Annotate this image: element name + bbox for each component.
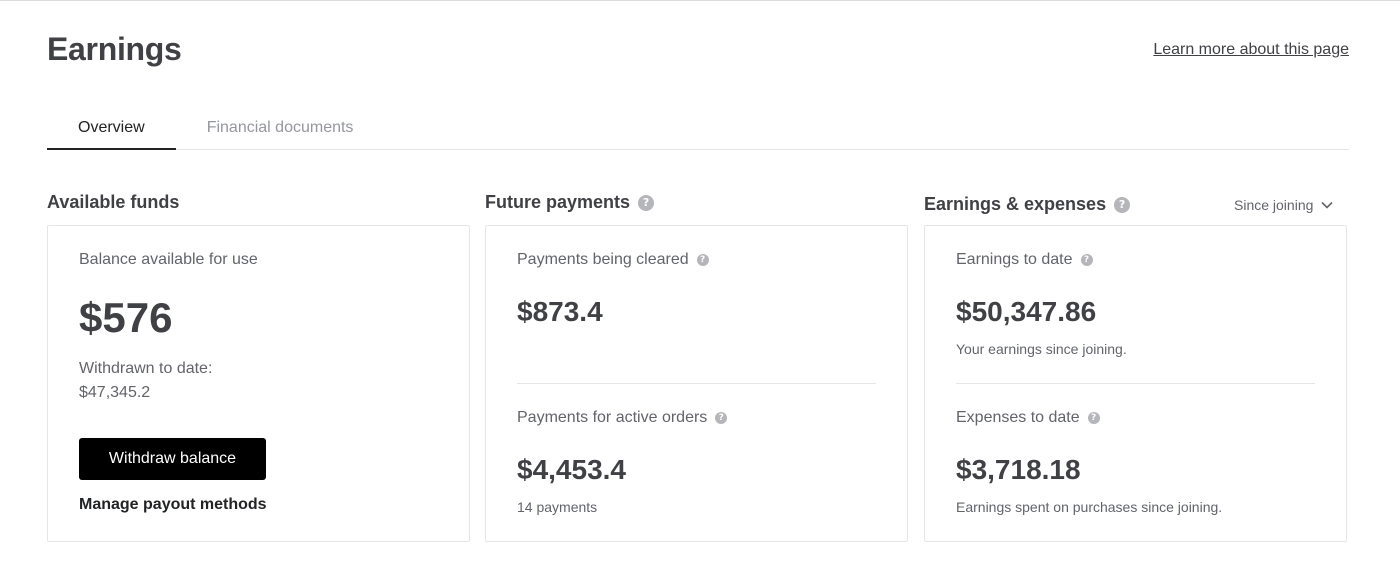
expenses-note: Earnings spent on purchases since joinin… bbox=[956, 499, 1223, 515]
earnings-expenses-title: Earnings & expenses ? bbox=[924, 194, 1131, 215]
payments-active-label: Payments for active orders ? bbox=[517, 409, 728, 427]
future-payments-title: Future payments ? bbox=[485, 192, 655, 213]
payments-count: 14 payments bbox=[517, 499, 598, 515]
expenses-to-date-label-text: Expenses to date bbox=[956, 409, 1080, 426]
earnings-to-date-amount: $50,347.86 bbox=[956, 296, 1097, 327]
available-funds-title-text: Available funds bbox=[47, 192, 180, 212]
page-title: Earnings bbox=[47, 31, 182, 67]
period-dropdown-value: Since joining bbox=[1234, 197, 1314, 213]
help-icon[interactable]: ? bbox=[1114, 196, 1131, 213]
balance-amount: $576 bbox=[79, 294, 173, 341]
withdrawn-amount: $47,345.2 bbox=[79, 384, 151, 401]
earnings-to-date-label-text: Earnings to date bbox=[956, 251, 1073, 268]
payments-cleared-label: Payments being cleared ? bbox=[517, 251, 709, 269]
divider bbox=[517, 383, 876, 384]
withdraw-balance-button[interactable]: Withdraw balance bbox=[79, 438, 266, 480]
withdrawn-label: Withdrawn to date: bbox=[79, 360, 213, 377]
learn-more-link[interactable]: Learn more about this page bbox=[1153, 41, 1349, 59]
payments-cleared-label-text: Payments being cleared bbox=[517, 251, 689, 268]
earnings-to-date-label: Earnings to date ? bbox=[956, 251, 1093, 269]
help-icon[interactable]: ? bbox=[1087, 412, 1100, 424]
expenses-to-date-amount: $3,718.18 bbox=[956, 454, 1081, 485]
payments-active-amount: $4,453.4 bbox=[517, 454, 626, 485]
earnings-expenses-card: Earnings to date ? $50,347.86 Your earni… bbox=[924, 225, 1347, 542]
tab-financial-documents[interactable]: Financial documents bbox=[176, 107, 385, 150]
manage-payout-methods-link[interactable]: Manage payout methods bbox=[79, 496, 267, 514]
chevron-down-icon bbox=[1321, 201, 1333, 209]
available-funds-title: Available funds bbox=[47, 192, 179, 213]
help-icon[interactable]: ? bbox=[638, 194, 655, 211]
period-dropdown[interactable]: Since joining bbox=[1234, 197, 1333, 213]
balance-label: Balance available for use bbox=[79, 251, 258, 268]
future-payments-card: Payments being cleared ? $873.4 Payments… bbox=[485, 225, 908, 542]
divider bbox=[956, 383, 1315, 384]
help-icon[interactable]: ? bbox=[696, 254, 709, 266]
tab-bar: Overview Financial documents bbox=[47, 107, 1349, 150]
earnings-note: Your earnings since joining. bbox=[956, 341, 1127, 357]
earnings-expenses-title-text: Earnings & expenses bbox=[924, 194, 1107, 214]
tab-overview[interactable]: Overview bbox=[47, 107, 176, 150]
future-payments-title-text: Future payments bbox=[485, 192, 631, 212]
payments-cleared-amount: $873.4 bbox=[517, 296, 603, 327]
help-icon[interactable]: ? bbox=[715, 412, 728, 424]
expenses-to-date-label: Expenses to date ? bbox=[956, 409, 1100, 427]
payments-active-label-text: Payments for active orders bbox=[517, 409, 708, 426]
help-icon[interactable]: ? bbox=[1080, 254, 1093, 266]
available-funds-card: Balance available for use $576 Withdrawn… bbox=[47, 225, 470, 542]
